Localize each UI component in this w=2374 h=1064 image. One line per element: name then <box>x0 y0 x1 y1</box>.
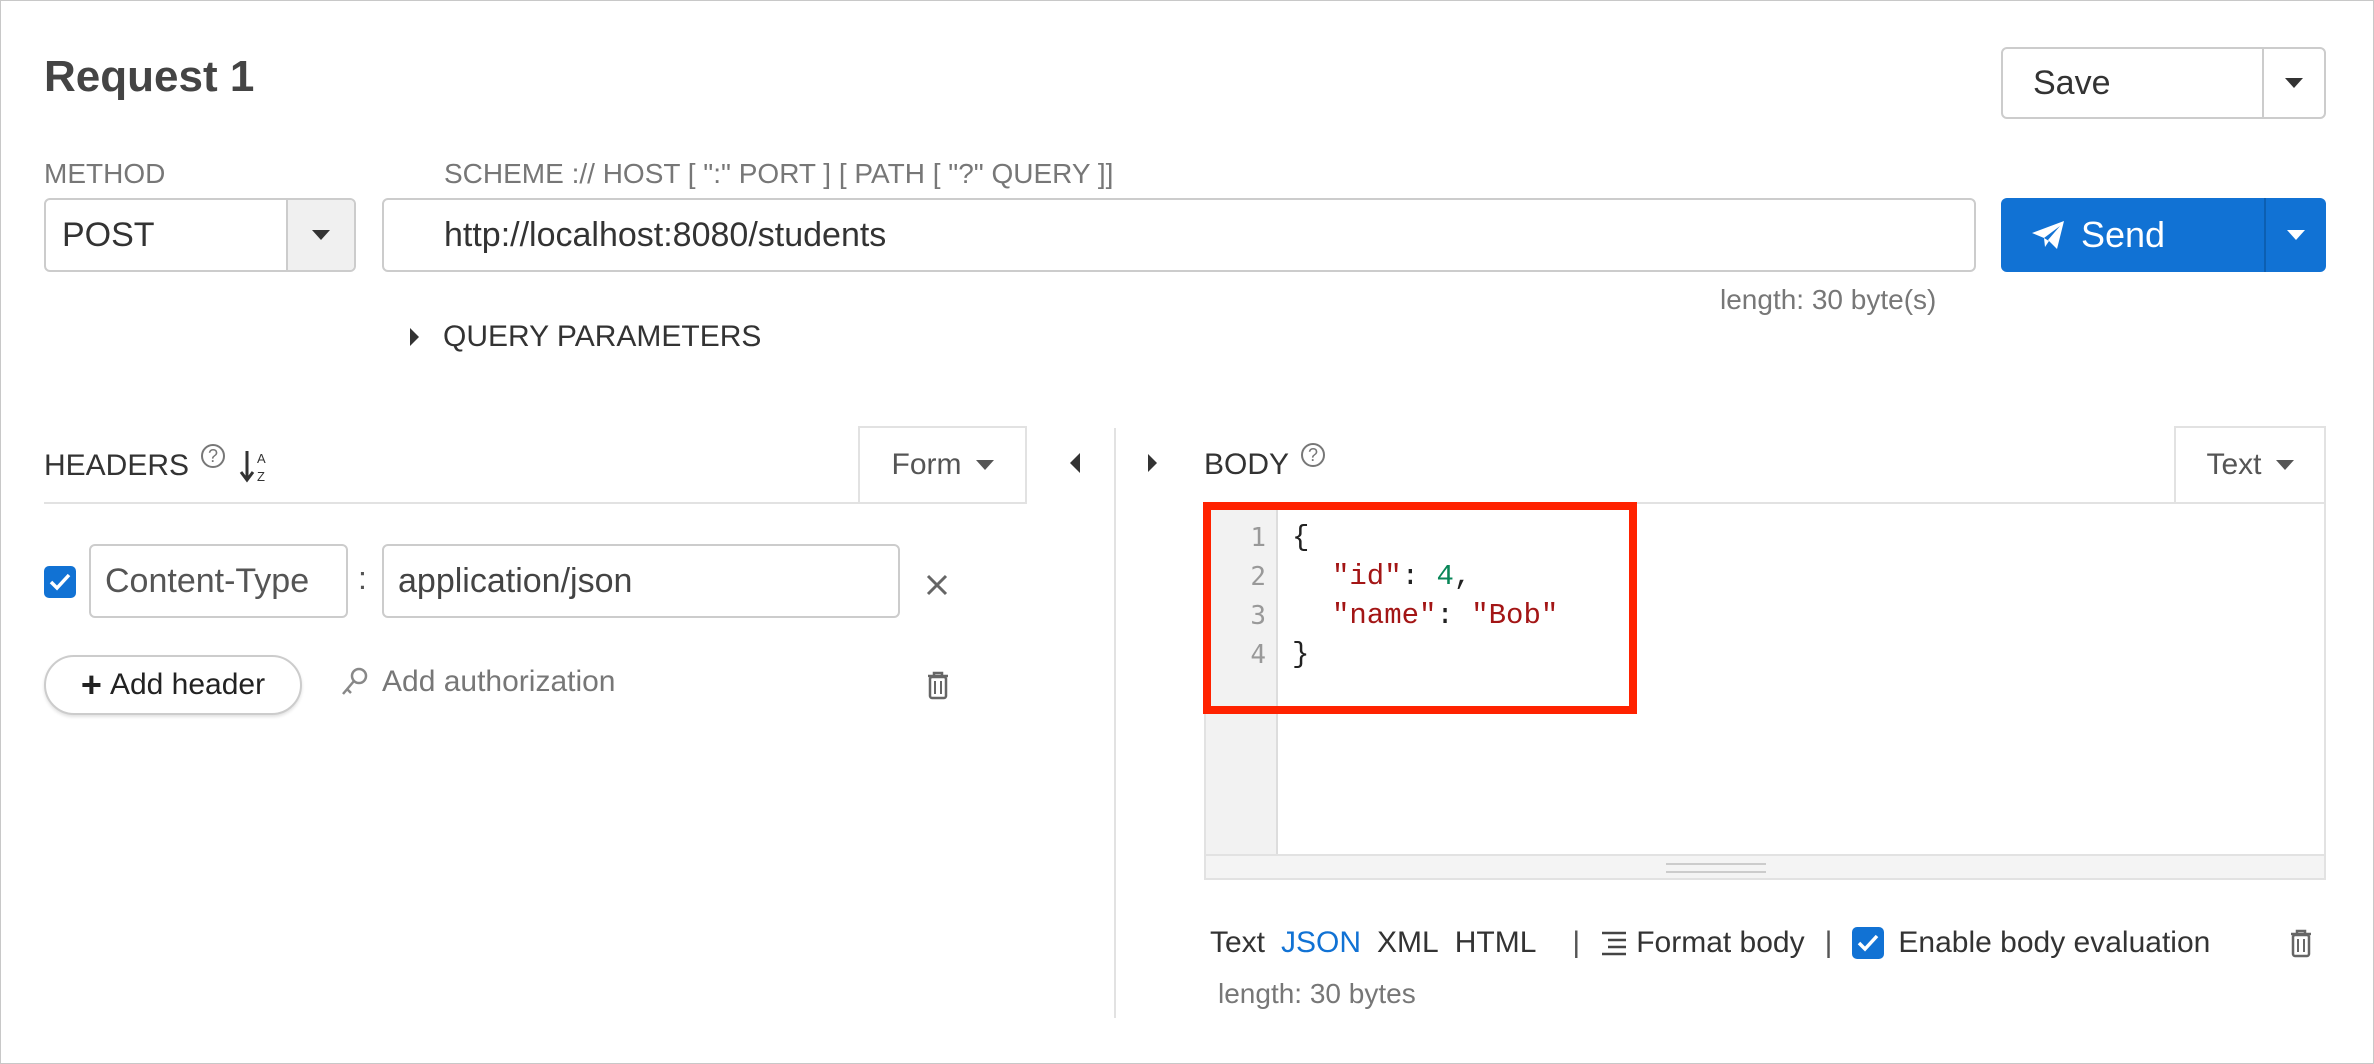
trash-icon[interactable] <box>925 670 951 700</box>
add-authorization-button[interactable]: Add authorization <box>340 665 616 699</box>
chevron-right-icon <box>410 328 419 346</box>
send-dropdown-toggle[interactable] <box>2264 198 2326 272</box>
svg-text:A: A <box>257 451 266 466</box>
highlight-box <box>1203 502 1637 714</box>
remove-header-icon[interactable] <box>926 574 948 596</box>
help-icon[interactable]: ? <box>1301 443 1326 467</box>
send-button[interactable]: Send <box>2001 198 2326 272</box>
headers-mode-dropdown[interactable]: Form <box>858 426 1027 502</box>
save-button[interactable]: Save <box>2001 47 2326 119</box>
chevron-down-icon <box>312 230 330 240</box>
format-text[interactable]: Text <box>1210 926 1265 960</box>
query-parameters-label[interactable]: QUERY PARAMETERS <box>443 320 761 354</box>
body-length: length: 30 bytes <box>1218 978 1416 1009</box>
separator: | <box>1824 926 1833 959</box>
headers-heading: HEADERS ? A Z <box>44 444 273 484</box>
grip-icon <box>1666 863 1766 873</box>
add-authorization-label[interactable]: Add authorization <box>382 665 616 699</box>
query-parameters-toggle[interactable]: QUERY PARAMETERS <box>410 320 761 354</box>
request-title: Request 1 <box>44 52 255 101</box>
format-html[interactable]: HTML <box>1455 926 1537 960</box>
body-title: BODY <box>1204 448 1290 481</box>
body-mode-label[interactable]: Text <box>2206 448 2261 482</box>
body-heading: BODY ? <box>1204 443 1326 482</box>
url-format-label: SCHEME :// HOST [ ":" PORT ] [ PATH [ "?… <box>444 158 1114 189</box>
collapse-left-icon[interactable] <box>1070 453 1080 473</box>
enable-evaluation-checkbox[interactable] <box>1852 927 1885 959</box>
separator: | <box>1572 926 1581 959</box>
add-header-button[interactable]: + Add header <box>44 655 302 715</box>
chevron-down-icon <box>2287 230 2305 240</box>
method-select[interactable]: POST <box>44 198 356 272</box>
headers-mode-label[interactable]: Form <box>892 448 962 482</box>
headers-divider <box>44 502 1027 504</box>
body-format-bar: Text JSON XML HTML | Format body | Enabl… <box>1210 926 2210 960</box>
panel-divider[interactable] <box>1114 428 1116 1018</box>
paper-plane-icon <box>2032 221 2064 249</box>
checkmark-icon <box>49 573 71 591</box>
save-dropdown-toggle[interactable] <box>2262 49 2324 117</box>
sort-alpha-icon[interactable]: A Z <box>239 448 273 484</box>
checkmark-icon <box>1858 934 1879 952</box>
header-enabled-checkbox[interactable] <box>44 566 76 598</box>
collapse-right-icon[interactable] <box>1148 454 1157 472</box>
format-body-button[interactable]: Format body <box>1600 926 1805 960</box>
add-header-label[interactable]: Add header <box>110 668 265 702</box>
key-icon <box>342 667 368 695</box>
header-name-input[interactable]: Content-Type <box>89 544 348 618</box>
enable-evaluation-label[interactable]: Enable body evaluation <box>1898 926 2210 960</box>
chevron-down-icon <box>2275 460 2294 470</box>
svg-text:Z: Z <box>257 469 265 484</box>
format-body-label[interactable]: Format body <box>1636 926 1804 960</box>
format-json[interactable]: JSON <box>1281 926 1361 960</box>
send-label-wrap[interactable]: Send <box>2001 198 2264 272</box>
method-label: METHOD <box>44 158 166 189</box>
align-lines-icon <box>1602 931 1627 956</box>
url-input[interactable]: http://localhost:8080/students <box>382 198 1976 272</box>
body-mode-dropdown[interactable]: Text <box>2174 426 2326 502</box>
format-xml[interactable]: XML <box>1377 926 1439 960</box>
trash-icon[interactable] <box>2288 928 2314 958</box>
header-value-input[interactable]: application/json <box>382 544 900 618</box>
chevron-down-icon <box>2285 78 2303 88</box>
plus-icon: + <box>80 664 102 705</box>
chevron-down-icon <box>975 460 994 470</box>
url-length: length: 30 byte(s) <box>1720 284 1937 315</box>
save-label[interactable]: Save <box>2003 49 2262 117</box>
help-icon[interactable]: ? <box>201 444 226 468</box>
method-value[interactable]: POST <box>46 200 286 270</box>
method-dropdown-toggle[interactable] <box>286 200 354 270</box>
send-label[interactable]: Send <box>2081 214 2165 256</box>
editor-resize-handle[interactable] <box>1206 854 2324 878</box>
header-separator: : <box>358 560 367 596</box>
headers-title: HEADERS <box>44 449 190 482</box>
